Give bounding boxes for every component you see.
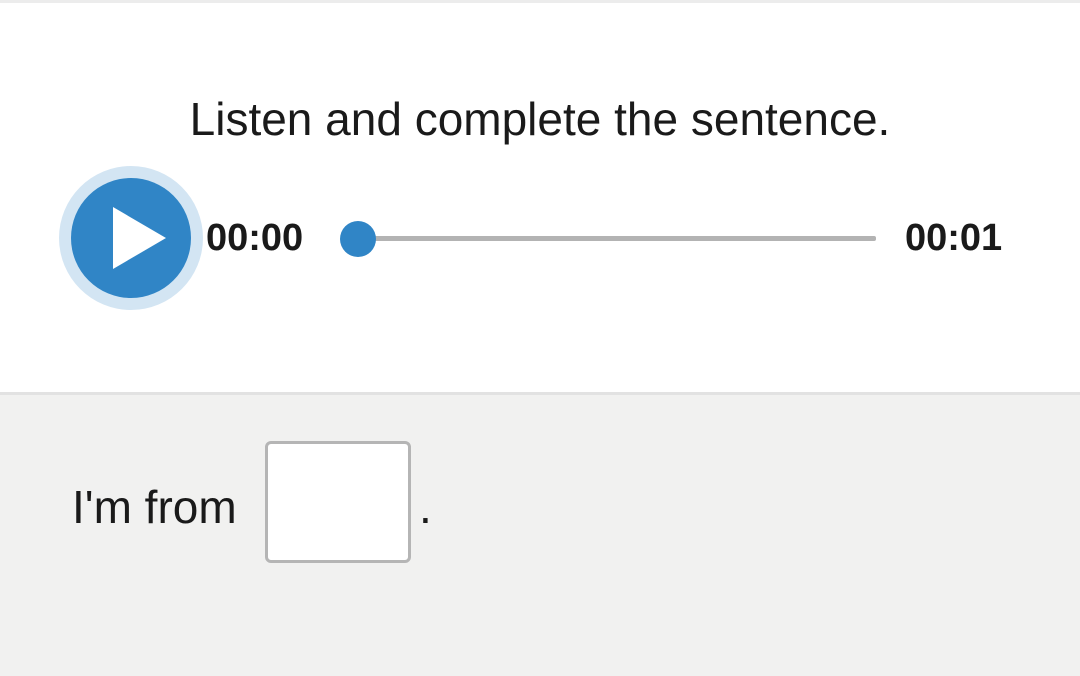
question-panel: Listen and complete the sentence. 00:00 … — [0, 3, 1080, 392]
sentence-suffix: . — [419, 481, 432, 533]
answer-blank-input[interactable] — [265, 441, 411, 563]
play-button[interactable] — [59, 166, 203, 310]
audio-player: 00:00 00:01 — [0, 163, 1080, 313]
total-time: 00:01 — [905, 217, 1003, 259]
play-icon[interactable] — [71, 178, 191, 298]
seek-thumb[interactable] — [340, 221, 376, 257]
play-button-face[interactable] — [71, 178, 191, 298]
current-time: 00:00 — [206, 217, 304, 259]
seek-slider[interactable] — [340, 221, 876, 257]
sentence-prefix: I'm from — [72, 481, 237, 533]
answer-panel: I'm from . — [0, 395, 1080, 676]
instruction-text: Listen and complete the sentence. — [189, 93, 891, 145]
seek-track[interactable] — [358, 236, 876, 241]
